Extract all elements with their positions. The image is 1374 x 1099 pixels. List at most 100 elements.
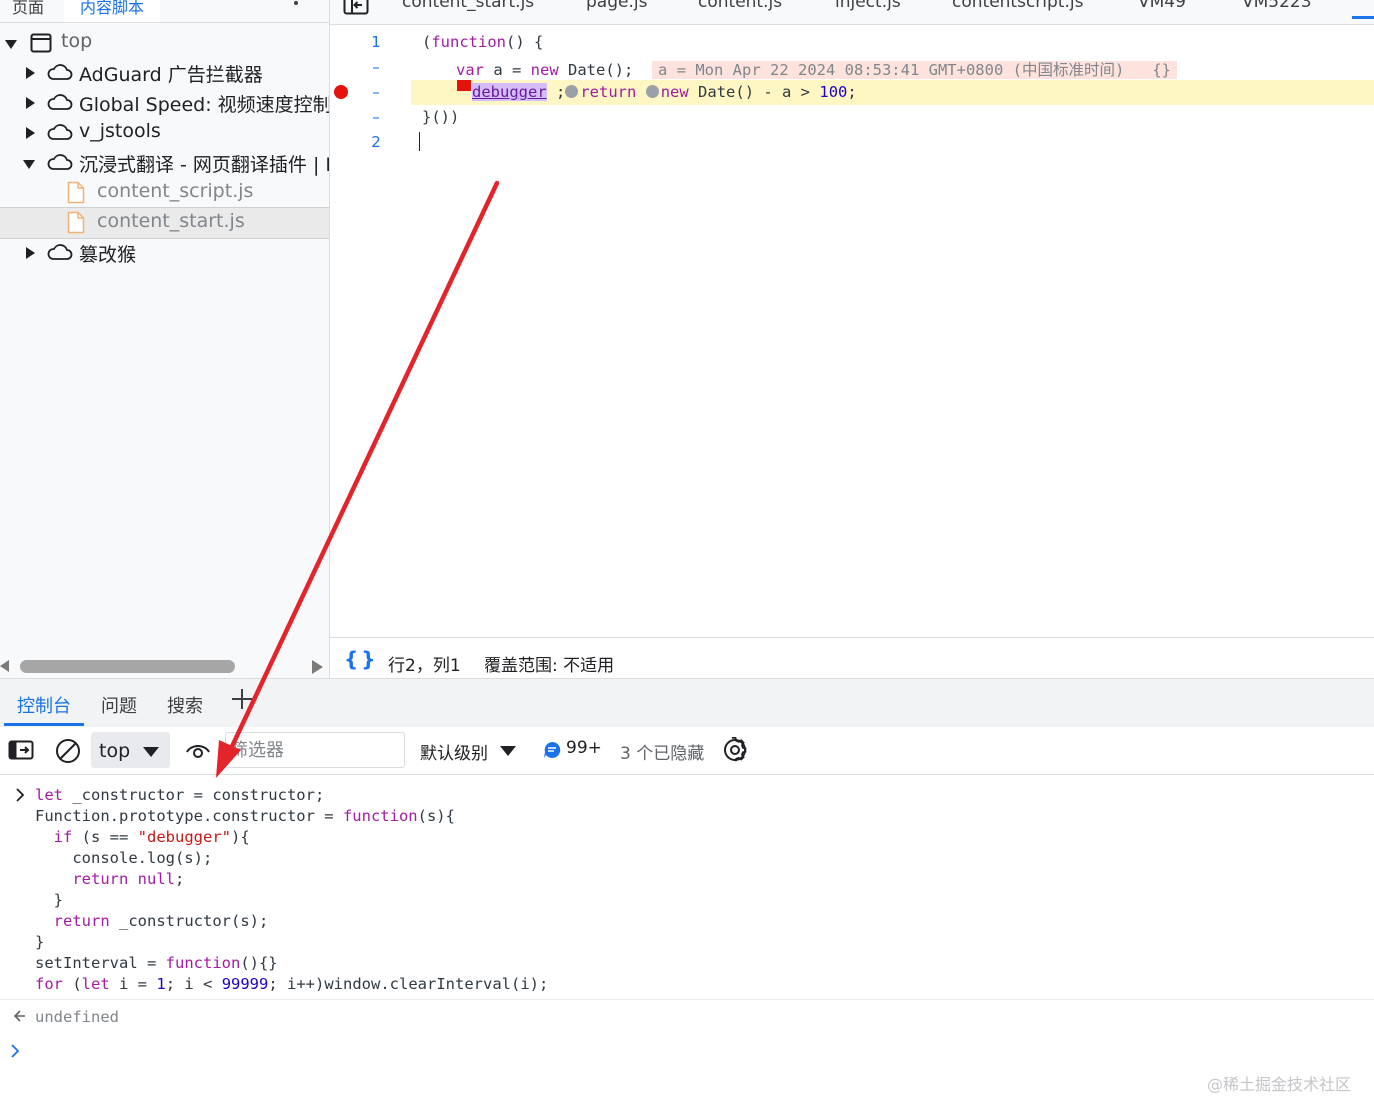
editor-tab[interactable]: page.js <box>586 0 647 12</box>
drawer-tabs: 控制台 问题 搜索 <box>0 678 1374 728</box>
chevron-down-icon[interactable] <box>243 0 257 4</box>
tree-item-adguard[interactable]: AdGuard 广告拦截器 <box>0 58 329 88</box>
console-code-line: console.log(s); <box>35 849 213 867</box>
tab-content-scripts[interactable]: 内容脚本 <box>64 0 161 22</box>
log-levels-dropdown[interactable]: 默认级别 <box>420 739 488 764</box>
tree-item-immersive-translate[interactable]: 沉浸式翻译 - 网页翻译插件 | PDF <box>0 148 329 178</box>
tree-item-label: content_start.js <box>97 210 245 232</box>
more-options-icon[interactable] <box>293 0 299 11</box>
console-toolbar: top 默认级别 99+ 3 个已隐藏 <box>0 727 1374 775</box>
console-code-line: } <box>35 891 63 909</box>
console-output[interactable]: let _constructor = constructor; Function… <box>0 775 1374 1099</box>
tab-search[interactable]: 搜索 <box>167 692 203 718</box>
scroll-right-icon[interactable] <box>312 660 323 674</box>
navigator-panel: 页面 内容脚本 top AdGuard 广告拦截器 Global Speed: … <box>0 0 329 678</box>
tree-item-content-script-js[interactable]: content_script.js <box>0 178 329 208</box>
editor-tabs: content_start.js page.js content.js inje… <box>330 0 1374 25</box>
paused-code-line: debugger ; return new Date() - a > 100; <box>411 80 1374 105</box>
active-tab-indicator <box>1352 16 1374 19</box>
filter-input[interactable] <box>225 732 405 768</box>
tree-item-label: v_jstools <box>79 120 161 142</box>
console-code-line: return null; <box>72 870 185 888</box>
console-code-line: let _constructor = constructor; <box>35 786 325 804</box>
tree-item-label: AdGuard 广告拦截器 <box>79 64 263 86</box>
cursor-position: 行2，列1 <box>388 656 461 676</box>
console-code-line: return _constructor(s); <box>53 912 269 930</box>
expand-arrow-icon[interactable] <box>5 40 17 49</box>
horizontal-scrollbar[interactable] <box>0 652 329 678</box>
tree-item-top[interactable]: top <box>0 28 329 58</box>
console-prompt-icon[interactable] <box>10 1043 20 1063</box>
expand-arrow-icon[interactable] <box>26 97 35 109</box>
scrollbar-thumb[interactable] <box>20 660 235 673</box>
editor-tab[interactable]: inject.js <box>835 0 901 12</box>
result-value: undefined <box>35 1008 119 1026</box>
tab-issues[interactable]: 问题 <box>101 692 137 718</box>
clear-console-icon[interactable] <box>55 738 81 768</box>
line-number[interactable]: – <box>366 83 386 101</box>
editor-status-bar: {} 行2，列1 覆盖范围: 不适用 <box>330 637 1374 679</box>
scroll-left-icon[interactable] <box>0 660 9 672</box>
active-tab-indicator <box>4 723 84 726</box>
context-label: top <box>99 740 131 762</box>
add-tab-icon[interactable] <box>231 687 253 717</box>
editor-tab[interactable]: VM5223 <box>1242 0 1312 12</box>
dropdown-caret-icon[interactable] <box>500 746 516 756</box>
tree-item-label: top <box>61 30 93 52</box>
line-number[interactable]: – <box>366 108 386 126</box>
console-code-line: for (let i = 1; i < 99999; i++)window.cl… <box>35 975 549 993</box>
execution-marker-icon <box>457 85 471 91</box>
expand-arrow-icon[interactable] <box>26 67 35 79</box>
chevron-right-icon <box>15 787 25 807</box>
text-cursor <box>419 132 420 151</box>
code-text: (function() { <box>422 33 544 51</box>
tab-console[interactable]: 控制台 <box>17 692 71 718</box>
console-code-line: Function.prototype.constructor = functio… <box>35 807 455 825</box>
tree-item-tampermonkey[interactable]: 篡改猴 <box>0 238 329 268</box>
tree-item-label: 篡改猴 <box>79 244 137 266</box>
code-text: }()) <box>422 108 460 126</box>
messages-count[interactable]: 99+ <box>566 738 602 758</box>
editor-tab[interactable]: content_start.js <box>402 0 534 12</box>
pretty-print-icon[interactable]: {} <box>344 647 378 671</box>
collapse-arrow-icon[interactable] <box>23 160 35 169</box>
expand-arrow-icon[interactable] <box>26 247 35 259</box>
code-line: 1 (function() { <box>330 30 1374 55</box>
gear-icon[interactable] <box>722 737 748 767</box>
editor-tab[interactable]: VM49 <box>1138 0 1186 12</box>
code-line: – }()) <box>330 105 1374 130</box>
tree-item-label: 沉浸式翻译 - 网页翻译插件 | PDF <box>79 154 329 176</box>
code-text: debugger ; return new Date() - a > 100; <box>457 83 857 101</box>
inline-breakpoint-icon[interactable] <box>645 85 659 98</box>
editor-tab[interactable]: contentscript.js <box>952 0 1083 12</box>
line-number[interactable]: 1 <box>366 33 386 51</box>
toggle-navigator-icon[interactable] <box>343 0 369 19</box>
live-expression-eye-icon[interactable] <box>185 740 211 764</box>
console-code-line: setInterval = function(){} <box>35 954 278 972</box>
show-sidebar-icon[interactable] <box>8 740 34 764</box>
code-text: var a = new Date(); a = Mon Apr 22 2024 … <box>456 58 1177 80</box>
tab-page[interactable]: 页面 <box>12 0 44 18</box>
file-icon <box>67 181 85 209</box>
tree-item-label: content_script.js <box>97 180 254 202</box>
console-result-row: undefined <box>0 999 1374 1034</box>
line-number[interactable]: 2 <box>366 133 386 151</box>
code-line: 2 <box>330 130 1374 155</box>
file-icon <box>67 211 85 239</box>
tree-item-content-start-js[interactable]: content_start.js <box>0 207 329 239</box>
code-editor[interactable]: 1 (function() { – var a = new Date(); a … <box>330 25 1374 637</box>
console-code-line: if (s == "debugger"){ <box>53 828 250 846</box>
expand-arrow-icon[interactable] <box>26 127 35 139</box>
inline-breakpoint-icon[interactable] <box>565 85 579 98</box>
console-code-line: } <box>35 933 45 951</box>
hidden-messages-count: 3 个已隐藏 <box>620 744 705 764</box>
context-selector[interactable]: top <box>91 732 170 768</box>
messages-icon[interactable] <box>543 741 561 763</box>
line-number[interactable]: – <box>366 58 386 76</box>
editor-tab[interactable]: content.js <box>698 0 782 12</box>
result-arrow-icon <box>13 1009 26 1027</box>
tree-item-label: Global Speed: 视频速度控制 <box>79 94 329 116</box>
tree-item-global-speed[interactable]: Global Speed: 视频速度控制 <box>0 88 329 118</box>
tree-item-v-jstools[interactable]: v_jstools <box>0 118 329 148</box>
cloud-icon <box>47 93 73 116</box>
